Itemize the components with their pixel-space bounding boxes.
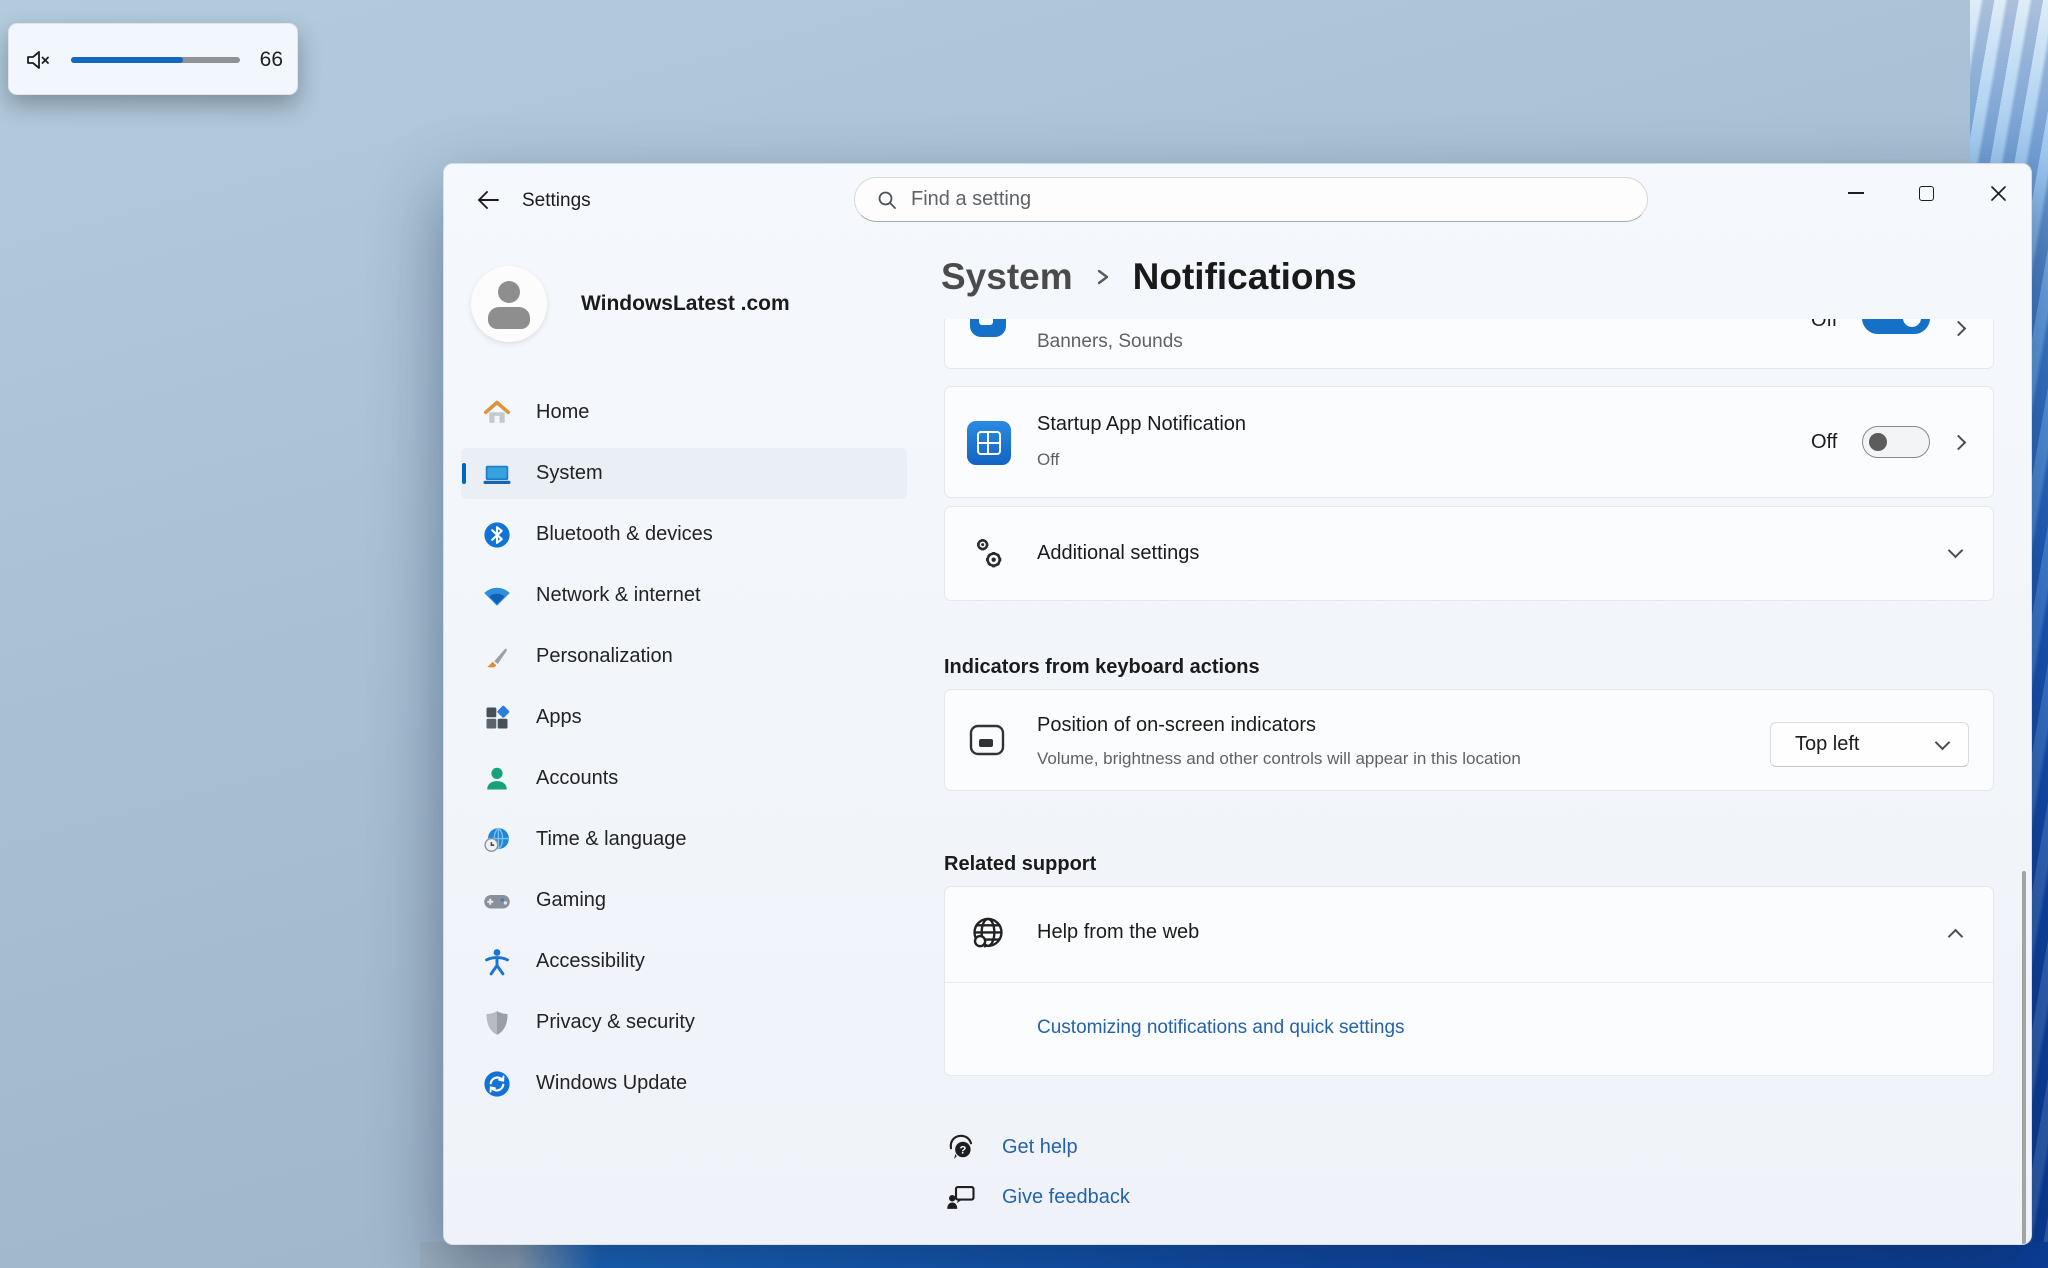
sidebar-item-gaming[interactable]: Gaming bbox=[461, 875, 907, 926]
home-icon bbox=[482, 398, 512, 428]
indicators-section-header: Indicators from keyboard actions bbox=[944, 656, 1260, 679]
sidebar-item-privacy-security[interactable]: Privacy & security bbox=[461, 997, 907, 1048]
position-row-subtitle: Volume, brightness and other controls wi… bbox=[1037, 749, 1521, 769]
notifications-toggle[interactable] bbox=[1862, 319, 1930, 334]
avatar-person-icon bbox=[498, 281, 520, 303]
breadcrumb-chevron-icon bbox=[1095, 264, 1111, 290]
sidebar-item-system[interactable]: System bbox=[461, 448, 907, 499]
time-language-icon bbox=[482, 825, 512, 855]
avatar[interactable] bbox=[471, 266, 547, 342]
system-icon bbox=[482, 459, 512, 489]
sidebar-item-bluetooth-devices[interactable]: Bluetooth & devices bbox=[461, 509, 907, 560]
notifications-row[interactable]: Banners, Sounds Off bbox=[944, 319, 1994, 369]
gears-icon bbox=[967, 533, 1011, 577]
get-help-link: Get help bbox=[1002, 1136, 1078, 1159]
position-indicators-row: Position of on-screen indicators Volume,… bbox=[944, 689, 1994, 791]
customizing-notifications-link[interactable]: Customizing notifications and quick sett… bbox=[1037, 1017, 1405, 1039]
startup-toggle[interactable] bbox=[1862, 426, 1930, 458]
back-arrow-icon bbox=[476, 190, 500, 210]
window-title: Settings bbox=[522, 190, 591, 212]
wallpaper-bloom-bottom bbox=[420, 1242, 2048, 1268]
additional-settings-row[interactable]: Additional settings bbox=[944, 506, 1994, 601]
windows-update-icon bbox=[482, 1069, 512, 1099]
sidebar-item-accessibility[interactable]: Accessibility bbox=[461, 936, 907, 987]
position-row-title: Position of on-screen indicators bbox=[1037, 714, 1316, 737]
additional-settings-title: Additional settings bbox=[1037, 542, 1199, 565]
sidebar-item-network-internet[interactable]: Network & internet bbox=[461, 570, 907, 621]
volume-slider-fill bbox=[71, 57, 183, 63]
related-support-header: Related support bbox=[944, 853, 1096, 876]
get-help-row[interactable]: ? Get help bbox=[946, 1132, 1078, 1162]
minimize-icon bbox=[1848, 192, 1864, 194]
startup-row-title: Startup App Notification bbox=[1037, 413, 1246, 436]
globe-help-icon bbox=[969, 915, 1007, 953]
desktop: 66 Settings Windows bbox=[0, 0, 2048, 1268]
chevron-right-icon bbox=[1951, 435, 1967, 451]
divider bbox=[945, 982, 1993, 983]
maximize-button[interactable] bbox=[1897, 172, 1955, 214]
apps-icon bbox=[482, 703, 512, 733]
breadcrumb-system[interactable]: System bbox=[941, 256, 1073, 298]
accessibility-icon bbox=[482, 947, 512, 977]
speaker-muted-icon[interactable] bbox=[25, 47, 51, 73]
chevron-down-icon bbox=[1948, 543, 1964, 559]
search-box[interactable] bbox=[854, 177, 1648, 222]
notifications-toggle-label: Off bbox=[1811, 319, 1837, 332]
network-icon bbox=[482, 581, 512, 611]
close-icon bbox=[1990, 185, 2007, 202]
sidebar-item-time-language[interactable]: Time & language bbox=[461, 814, 907, 865]
bell-icon bbox=[970, 319, 1006, 337]
help-from-web-title: Help from the web bbox=[1037, 921, 1199, 944]
bluetooth-icon bbox=[482, 520, 512, 550]
close-button[interactable] bbox=[1969, 172, 2027, 214]
search-input[interactable] bbox=[911, 188, 1551, 211]
give-feedback-link: Give feedback bbox=[1002, 1186, 1130, 1209]
chevron-right-icon bbox=[1951, 321, 1967, 337]
on-screen-indicator-icon bbox=[969, 724, 1005, 756]
sidebar-item-apps[interactable]: Apps bbox=[461, 692, 907, 743]
chevron-up-icon bbox=[1948, 929, 1964, 945]
search-icon bbox=[877, 190, 897, 210]
related-support-card: Help from the web Customizing notificati… bbox=[944, 886, 1994, 1076]
startup-app-notification-row[interactable]: Startup App Notification Off Off bbox=[944, 386, 1994, 498]
give-feedback-icon bbox=[946, 1182, 976, 1212]
sidebar-item-accounts[interactable]: Accounts bbox=[461, 753, 907, 804]
accounts-icon bbox=[482, 764, 512, 794]
get-help-icon: ? bbox=[946, 1132, 976, 1162]
position-dropdown-value: Top left bbox=[1795, 733, 1859, 756]
account-name: WindowsLatest .com bbox=[581, 292, 790, 316]
chevron-down-icon bbox=[1935, 734, 1951, 750]
settings-window: Settings WindowsLatest .com bbox=[443, 163, 2032, 1245]
position-dropdown[interactable]: Top left bbox=[1770, 722, 1969, 767]
sidebar-item-windows-update[interactable]: Windows Update bbox=[461, 1058, 907, 1109]
sidebar-item-home[interactable]: Home bbox=[461, 387, 907, 438]
startup-toggle-label: Off bbox=[1811, 431, 1837, 454]
volume-value: 66 bbox=[260, 48, 283, 72]
scrollbar-thumb[interactable] bbox=[2022, 871, 2026, 1245]
sidebar-nav: Home System Bluetooth & devices Network … bbox=[461, 387, 907, 1109]
give-feedback-row[interactable]: Give feedback bbox=[946, 1182, 1130, 1212]
gaming-icon bbox=[482, 886, 512, 916]
startup-row-subtitle: Off bbox=[1037, 450, 1059, 470]
maximize-icon bbox=[1919, 186, 1934, 201]
svg-text:?: ? bbox=[959, 1144, 966, 1156]
back-button[interactable] bbox=[468, 180, 508, 220]
minimize-button[interactable] bbox=[1827, 172, 1885, 214]
notifications-row-subtitle: Banners, Sounds bbox=[1037, 331, 1183, 353]
sidebar-item-personalization[interactable]: Personalization bbox=[461, 631, 907, 682]
personalization-icon bbox=[482, 642, 512, 672]
volume-flyout: 66 bbox=[8, 23, 298, 95]
volume-slider[interactable] bbox=[71, 57, 240, 63]
page-title: Notifications bbox=[1133, 256, 1357, 298]
help-from-web-row[interactable]: Help from the web bbox=[945, 887, 1993, 982]
shield-icon bbox=[482, 1008, 512, 1038]
breadcrumb: System Notifications bbox=[941, 256, 1357, 298]
startup-app-icon bbox=[967, 421, 1011, 465]
